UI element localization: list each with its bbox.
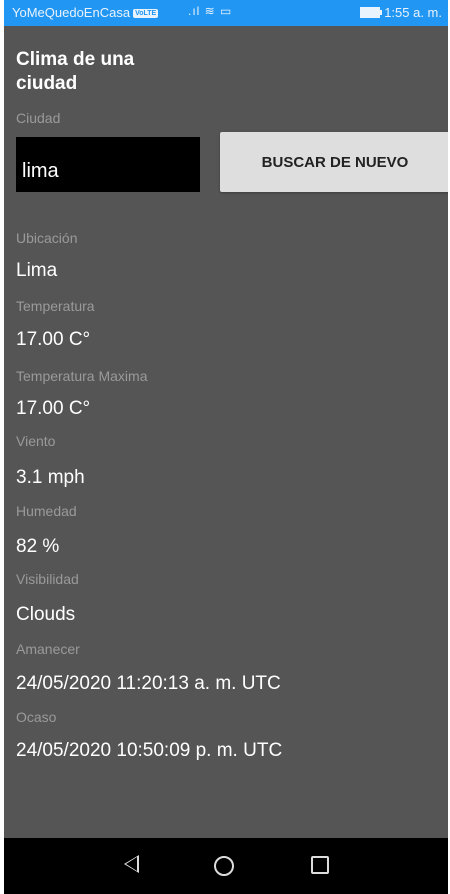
status-time: 1:55 a. m. — [384, 5, 442, 20]
city-input[interactable] — [16, 137, 200, 192]
app-screen: YoMeQuedoEnCasa VoLTE .ıl ≋ ▭ 1:55 a. m. … — [4, 0, 448, 894]
sunrise-label: Amanecer — [16, 641, 80, 657]
status-right: 1:55 a. m. — [360, 5, 442, 20]
back-icon[interactable] — [124, 855, 139, 873]
visibility-label: Visibilidad — [16, 571, 79, 587]
location-value: Lima — [16, 260, 58, 281]
temperature-value: 17.00 C° — [16, 329, 91, 350]
volte-badge: VoLTE — [133, 9, 159, 18]
max-temperature-label: Temperatura Maxima — [16, 368, 148, 384]
recent-apps-icon[interactable] — [311, 856, 329, 874]
location-label: Ubicación — [16, 230, 78, 246]
battery-icon — [360, 7, 383, 18]
city-label: Ciudad — [16, 110, 61, 126]
sunrise-value: 24/05/2020 11:20:13 a. m. UTC — [16, 673, 281, 694]
max-temperature-value: 17.00 C° — [16, 398, 91, 419]
status-app-name: YoMeQuedoEnCasa VoLTE — [12, 5, 159, 20]
humidity-value: 82 % — [16, 536, 60, 557]
home-icon[interactable] — [214, 856, 234, 876]
sunset-value: 24/05/2020 10:50:09 p. m. UTC — [16, 740, 283, 761]
page-title: Clima de una ciudad — [16, 49, 135, 94]
humidity-label: Humedad — [16, 503, 77, 519]
temperature-label: Temperatura — [16, 298, 95, 314]
search-again-button[interactable]: BUSCAR DE NUEVO — [220, 132, 448, 192]
status-bar: YoMeQuedoEnCasa VoLTE .ıl ≋ ▭ 1:55 a. m. — [4, 0, 448, 26]
wind-label: Viento — [16, 433, 56, 449]
app-name-text: YoMeQuedoEnCasa — [12, 5, 131, 20]
visibility-value: Clouds — [16, 604, 76, 625]
signal-wifi-icon: .ıl ≋ ▭ — [188, 4, 233, 18]
wind-value: 3.1 mph — [16, 467, 85, 488]
sunset-label: Ocaso — [16, 709, 57, 725]
navigation-bar — [4, 838, 448, 894]
